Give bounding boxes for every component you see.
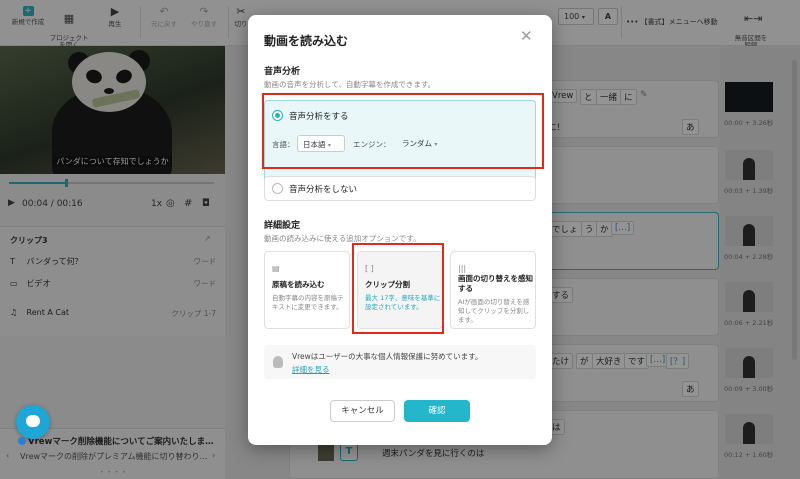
voice-analysis-off-option[interactable]: 音声分析をしない <box>264 176 536 201</box>
voice-section-title: 音声分析 <box>264 67 301 77</box>
script-import-card[interactable]: ▤ 原稿を読み込む 自動字幕の内容を原稿テキストに変更できます。 <box>264 251 350 329</box>
scene-detect-icon: ||| <box>458 264 467 273</box>
radio-unselected[interactable] <box>272 183 283 194</box>
shield-icon <box>273 356 283 368</box>
card-desc: 自動字幕の内容を原稿テキストに変更できます。 <box>272 294 344 311</box>
confirm-button[interactable]: 確認 <box>404 400 470 422</box>
highlight-box <box>262 93 544 169</box>
card-title: 画面の切り替えを感知する <box>458 274 533 293</box>
close-icon[interactable]: ✕ <box>520 29 533 44</box>
scene-detect-card[interactable]: ||| 画面の切り替えを感知する AIが画面の切り替えを感知してクリップを分割し… <box>450 251 536 329</box>
cancel-button[interactable]: キャンセル <box>330 400 395 422</box>
privacy-details-link[interactable]: 詳細を見る <box>292 364 330 375</box>
detail-section-title: 詳細設定 <box>264 221 301 231</box>
import-video-dialog: 動画を読み込む ✕ 音声分析 動画の音声を分析して、自動字幕を作成できます。 音… <box>248 15 552 445</box>
info-icon <box>18 437 26 445</box>
card-desc: AIが画面の切り替えを感知してクリップを分割します。 <box>458 298 530 324</box>
privacy-text: Vrewはユーザーの大事な個人情報保護に努めています。 <box>292 352 483 361</box>
chat-button[interactable] <box>16 405 50 439</box>
voice-analysis-off-label: 音声分析をしない <box>289 185 358 195</box>
highlight-box <box>352 243 444 334</box>
voice-section-desc: 動画の音声を分析して、自動字幕を作成できます。 <box>264 80 436 89</box>
card-title: 原稿を読み込む <box>272 280 325 289</box>
privacy-notice: Vrewはユーザーの大事な個人情報保護に努めています。 詳細を見る <box>264 345 536 379</box>
document-icon: ▤ <box>272 264 280 273</box>
dialog-title: 動画を読み込む <box>264 34 349 48</box>
